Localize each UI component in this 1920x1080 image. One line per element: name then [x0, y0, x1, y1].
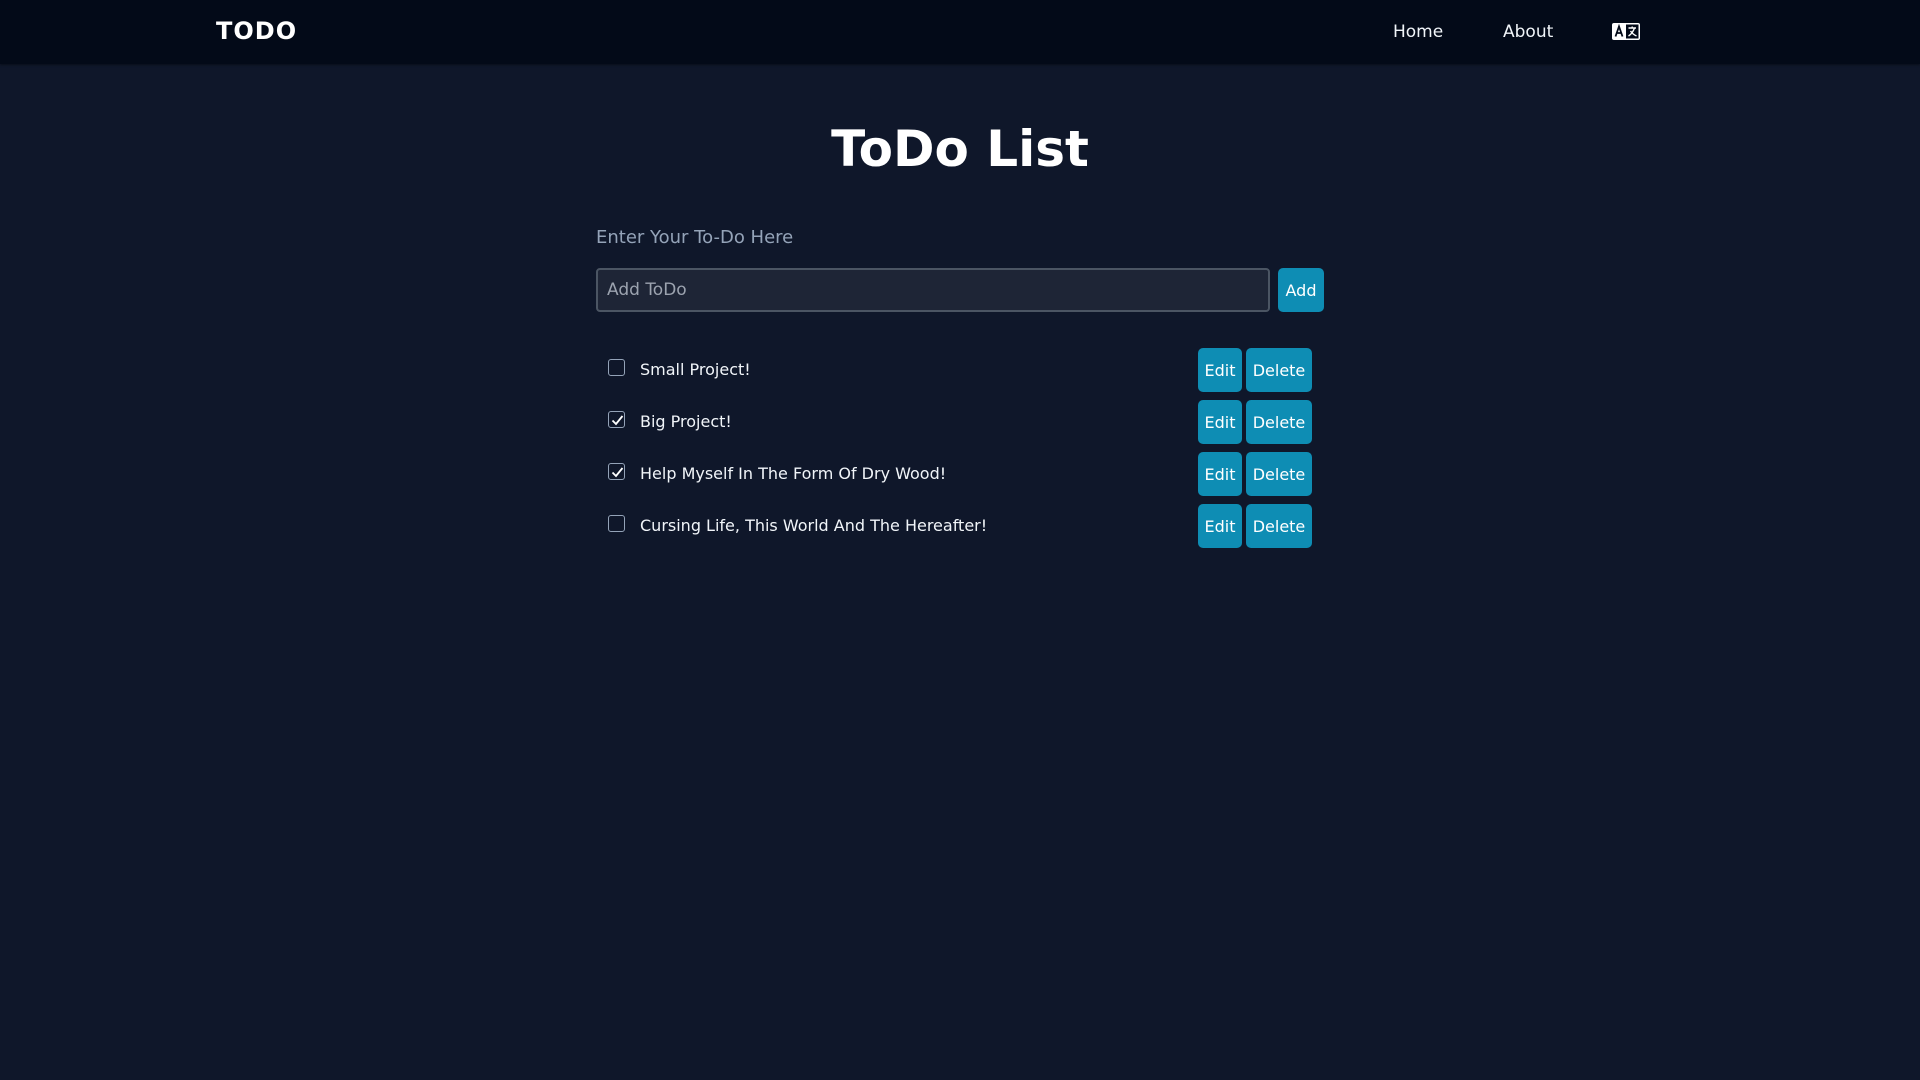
translate-icon[interactable]	[1611, 22, 1641, 41]
todo-item: Help Myself In The Form Of Dry Wood! Edi…	[596, 452, 1312, 504]
todo-text: Big Project!	[640, 412, 732, 431]
edit-button[interactable]: Edit	[1198, 400, 1242, 444]
todo-list: Small Project! Edit Delete Big Project! …	[596, 348, 1312, 556]
edit-button[interactable]: Edit	[1198, 452, 1242, 496]
todo-checkbox[interactable]	[608, 463, 625, 480]
todo-item: Cursing Life, This World And The Hereaft…	[596, 504, 1312, 556]
todo-input-label: Enter Your To-Do Here	[596, 227, 794, 248]
nav-link-about[interactable]: About	[1503, 22, 1553, 42]
delete-button[interactable]: Delete	[1246, 348, 1312, 392]
todo-checkbox[interactable]	[608, 359, 625, 376]
todo-text: Small Project!	[640, 360, 751, 379]
delete-button[interactable]: Delete	[1246, 452, 1312, 496]
delete-button[interactable]: Delete	[1246, 400, 1312, 444]
todo-text: Help Myself In The Form Of Dry Wood!	[640, 464, 947, 483]
checkmark-icon	[611, 467, 624, 478]
todo-input[interactable]	[596, 268, 1270, 312]
todo-checkbox[interactable]	[608, 515, 625, 532]
edit-button[interactable]: Edit	[1198, 504, 1242, 548]
delete-button[interactable]: Delete	[1246, 504, 1312, 548]
nav-link-home[interactable]: Home	[1393, 22, 1443, 42]
navbar: TODO Home About	[0, 0, 1920, 64]
edit-button[interactable]: Edit	[1198, 348, 1242, 392]
todo-text: Cursing Life, This World And The Hereaft…	[640, 516, 988, 535]
add-button[interactable]: Add	[1278, 268, 1324, 312]
page-title: ToDo List	[831, 120, 1089, 178]
todo-item: Small Project! Edit Delete	[596, 348, 1312, 400]
todo-item: Big Project! Edit Delete	[596, 400, 1312, 452]
checkmark-icon	[611, 415, 624, 426]
todo-checkbox[interactable]	[608, 411, 625, 428]
brand-logo[interactable]: TODO	[216, 17, 297, 45]
